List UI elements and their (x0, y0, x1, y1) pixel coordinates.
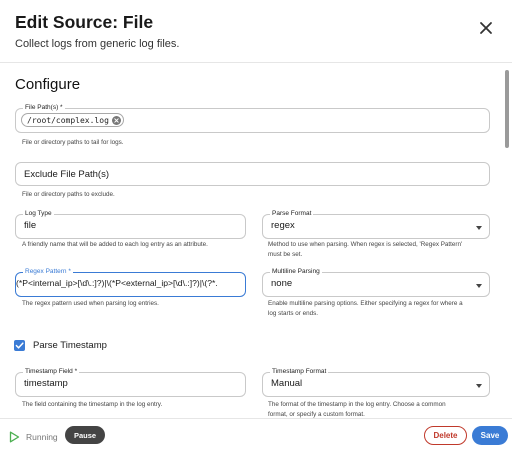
file-path-chip: /root/complex.log (21, 113, 124, 127)
timestamp-format-help-2: format, or specify a custom format. (268, 411, 365, 418)
timestamp-field-help: The field containing the timestamp in th… (22, 401, 163, 408)
parse-format-select[interactable]: Parse Format regex (262, 209, 490, 239)
scroll-thumb[interactable] (505, 70, 509, 148)
multiline-parsing-select[interactable]: Multiline Parsing none (262, 267, 490, 297)
scrollbar[interactable] (505, 62, 510, 418)
timestamp-field-value: timestamp (24, 378, 68, 389)
parse-format-help-2: must be set. (268, 251, 303, 258)
timestamp-field-label: Timestamp Field * (23, 367, 80, 377)
chevron-down-icon (476, 384, 482, 388)
regex-pattern-field[interactable]: Regex Pattern * .*?)\|(?P<external_ip>[\… (15, 267, 246, 297)
timestamp-field[interactable]: Timestamp Field * timestamp (15, 367, 246, 397)
log-type-field[interactable]: Log Type file (15, 209, 246, 239)
file-paths-field[interactable]: File Path(s) * /root/complex.log (15, 103, 490, 133)
chevron-down-icon (476, 226, 482, 230)
chevron-down-icon (476, 284, 482, 288)
parse-format-value: regex (271, 220, 295, 231)
log-type-value: file (24, 220, 37, 231)
parse-timestamp-label[interactable]: Parse Timestamp (33, 340, 107, 351)
exclude-paths-help: File or directory paths to exclude. (22, 191, 115, 198)
dialog-header: Edit Source: File Collect logs from gene… (0, 0, 512, 62)
log-type-label: Log Type (23, 209, 54, 219)
play-icon (9, 431, 20, 443)
exclude-paths-field[interactable]: Exclude File Path(s) (15, 162, 490, 186)
delete-button[interactable]: Delete (424, 426, 467, 445)
regex-pattern-help: The regex pattern used when parsing log … (22, 300, 159, 307)
checkmark-icon (15, 342, 24, 349)
multiline-parsing-help-1: Enable multiline parsing options. Either… (268, 300, 463, 307)
multiline-parsing-help-2: log starts or ends. (268, 310, 319, 317)
regex-pattern-label: Regex Pattern * (23, 267, 73, 277)
timestamp-format-value: Manual (271, 378, 303, 389)
regex-pattern-value: .*?)\|(?P<external_ip>[\d\.:]*)\|(?P<int… (16, 278, 218, 288)
timestamp-format-help-1: The format of the timestamp in the log e… (268, 401, 446, 408)
exclude-paths-placeholder: Exclude File Path(s) (24, 169, 110, 180)
dialog-title: Edit Source: File (15, 12, 154, 32)
dialog-content[interactable]: Configure File Path(s) * /root/complex.l… (0, 62, 512, 418)
log-type-help: A friendly name that will be added to ea… (22, 241, 208, 248)
status-text: Running (26, 432, 58, 442)
save-button[interactable]: Save (472, 426, 508, 445)
timestamp-format-label: Timestamp Format (270, 367, 329, 377)
multiline-parsing-label: Multiline Parsing (270, 267, 322, 277)
file-paths-help: File or directory paths to tail for logs… (22, 139, 124, 146)
section-title: Configure (15, 76, 81, 93)
multiline-parsing-value: none (271, 278, 293, 289)
pause-button[interactable]: Pause (65, 426, 105, 444)
timestamp-format-select[interactable]: Timestamp Format Manual (262, 367, 490, 397)
parse-timestamp-checkbox[interactable] (14, 340, 25, 351)
remove-chip-icon[interactable] (111, 116, 121, 125)
file-paths-label: File Path(s) * (23, 103, 65, 113)
parse-format-label: Parse Format (270, 209, 314, 219)
dialog-footer: Running Pause Delete Save (0, 418, 512, 450)
parse-format-help-1: Method to use when parsing. When regex i… (268, 241, 463, 248)
close-icon[interactable] (476, 18, 496, 38)
dialog-subtitle: Collect logs from generic log files. (15, 38, 180, 50)
file-path-chip-label: /root/complex.log (27, 115, 109, 125)
